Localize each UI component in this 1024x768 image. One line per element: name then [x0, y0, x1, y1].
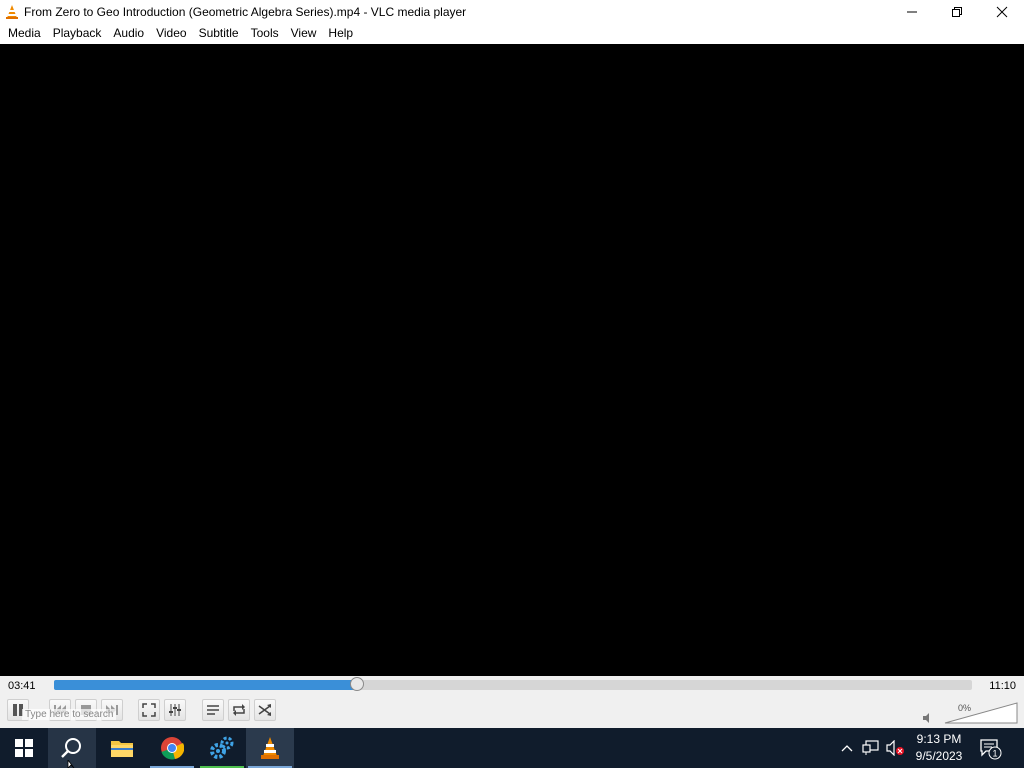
- volume-percent: 0%: [958, 703, 972, 713]
- vlc-cone-icon: [6, 4, 18, 19]
- title-bar: From Zero to Geo Introduction (Geometric…: [0, 0, 1024, 23]
- video-area[interactable]: [0, 44, 1024, 676]
- player-controls: 03:41 11:10 Type here to search 0%: [0, 676, 1024, 728]
- current-time: 03:41: [8, 680, 36, 692]
- shuffle-icon: [258, 704, 271, 716]
- restore-icon: [951, 6, 962, 17]
- gears-icon: [210, 736, 234, 759]
- fullscreen-button[interactable]: [138, 699, 160, 721]
- menu-subtitle[interactable]: Subtitle: [193, 23, 245, 44]
- taskbar-vlc[interactable]: [246, 728, 294, 768]
- folder-icon: [111, 741, 133, 757]
- seek-handle[interactable]: [350, 677, 364, 691]
- volume-tray[interactable]: [884, 728, 906, 768]
- minimize-button[interactable]: [889, 0, 934, 23]
- vlc-cone-icon: [261, 737, 279, 759]
- menu-audio[interactable]: Audio: [107, 23, 150, 44]
- speaker-icon[interactable]: [922, 712, 934, 724]
- show-hidden-icons-button[interactable]: [838, 728, 856, 768]
- notification-icon: 1: [980, 739, 1002, 760]
- taskbar: 9:13 PM 9/5/2023 1: [0, 728, 1024, 768]
- shuffle-button[interactable]: [254, 699, 276, 721]
- menu-tools[interactable]: Tools: [245, 23, 285, 44]
- taskbar-clock[interactable]: 9:13 PM 9/5/2023: [908, 731, 970, 765]
- clock-time: 9:13 PM: [916, 732, 962, 746]
- loop-button[interactable]: [228, 699, 250, 721]
- clock-date: 9/5/2023: [915, 749, 963, 763]
- fullscreen-icon: [142, 703, 156, 717]
- volume-slider[interactable]: [944, 702, 1018, 724]
- close-button[interactable]: [979, 0, 1024, 23]
- button-row: [0, 699, 1024, 723]
- mouse-cursor-icon: [67, 760, 75, 768]
- seek-bar[interactable]: [54, 677, 972, 691]
- loop-icon: [233, 704, 245, 716]
- windows-logo-icon: [15, 739, 33, 757]
- network-icon: [862, 740, 879, 755]
- minimize-icon: [906, 11, 917, 12]
- playlist-button[interactable]: [202, 699, 224, 721]
- menu-video[interactable]: Video: [150, 23, 192, 44]
- search-tooltip: Type here to search: [22, 709, 117, 720]
- network-tray[interactable]: [860, 728, 882, 768]
- window-title: From Zero to Geo Introduction (Geometric…: [24, 4, 467, 19]
- close-icon: [996, 6, 1007, 17]
- menu-help[interactable]: Help: [322, 23, 359, 44]
- menu-media[interactable]: Media: [2, 23, 47, 44]
- playlist-icon: [207, 705, 219, 715]
- chevron-up-icon: [841, 745, 853, 752]
- menu-playback[interactable]: Playback: [47, 23, 108, 44]
- extended-settings-button[interactable]: [164, 699, 186, 721]
- action-center-button[interactable]: 1: [978, 736, 1002, 760]
- search-icon: [61, 738, 81, 758]
- taskbar-settings-app[interactable]: [198, 728, 246, 768]
- taskbar-chrome[interactable]: [148, 728, 196, 768]
- total-time: 11:10: [989, 680, 1016, 692]
- menu-bar: Media Playback Audio Video Subtitle Tool…: [0, 23, 1024, 44]
- menu-view[interactable]: View: [285, 23, 323, 44]
- start-button[interactable]: [0, 728, 48, 768]
- notification-count: 1: [992, 749, 997, 759]
- sliders-icon: [169, 704, 181, 716]
- chrome-icon: [161, 737, 184, 760]
- seek-progress: [54, 680, 357, 690]
- volume-muted-icon: [886, 740, 904, 756]
- taskbar-file-explorer[interactable]: [98, 728, 146, 768]
- restore-button[interactable]: [934, 0, 979, 23]
